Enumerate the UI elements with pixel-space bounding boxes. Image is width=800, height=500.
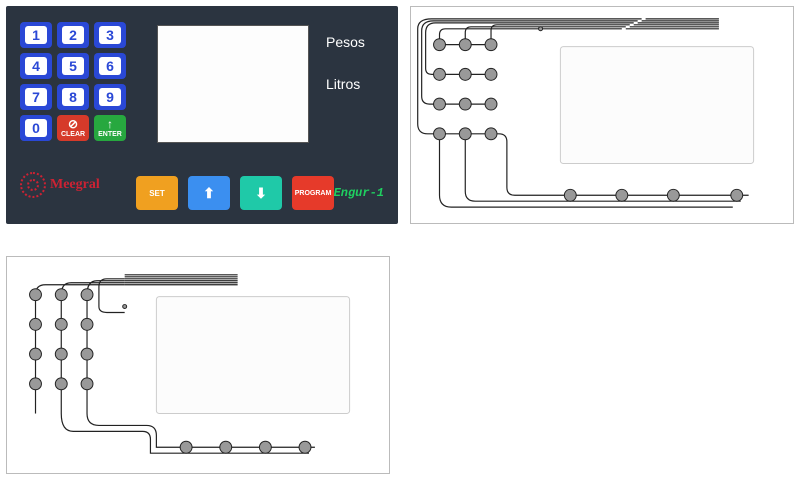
- key-6-label: 6: [99, 57, 121, 75]
- down-button[interactable]: ⬇: [240, 176, 282, 210]
- display-labels: Pesos Litros: [326, 34, 365, 118]
- key-1[interactable]: 1: [20, 22, 52, 48]
- set-button[interactable]: SET: [136, 176, 178, 210]
- key-4-label: 4: [25, 57, 47, 75]
- key-0-label: 0: [25, 119, 47, 137]
- arrow-up-icon: ↑: [107, 118, 113, 130]
- key-0[interactable]: 0: [20, 115, 52, 141]
- no-entry-icon: ⊘: [68, 118, 78, 130]
- brand-text: Engur-1: [334, 186, 384, 200]
- key-clear[interactable]: ⊘ CLEAR: [57, 115, 89, 141]
- arrow-up-icon: ⬆: [203, 185, 215, 202]
- lcd-screen: [152, 20, 314, 148]
- key-8-label: 8: [62, 88, 84, 106]
- label-pesos: Pesos: [326, 34, 365, 50]
- key-clear-label: CLEAR: [61, 131, 85, 138]
- numeric-keypad: 1 2 3 4 5 6 7 8 9 0 ⊘ CLEAR ↑ ENTER: [20, 22, 128, 141]
- arrow-down-icon: ⬇: [255, 185, 267, 202]
- key-5-label: 5: [62, 57, 84, 75]
- program-button-label: PROGRAM: [295, 190, 332, 197]
- key-4[interactable]: 4: [20, 53, 52, 79]
- key-7[interactable]: 7: [20, 84, 52, 110]
- key-9[interactable]: 9: [94, 84, 126, 110]
- key-7-label: 7: [25, 88, 47, 106]
- key-2[interactable]: 2: [57, 22, 89, 48]
- logo: Meegral: [20, 172, 100, 198]
- key-8[interactable]: 8: [57, 84, 89, 110]
- function-row: SET ⬆ ⬇ PROGRAM: [136, 176, 334, 210]
- key-9-label: 9: [99, 88, 121, 106]
- key-enter[interactable]: ↑ ENTER: [94, 115, 126, 141]
- key-3-label: 3: [99, 26, 121, 44]
- up-button[interactable]: ⬆: [188, 176, 230, 210]
- pcb-layer-top: [410, 6, 794, 224]
- key-enter-label: ENTER: [98, 131, 122, 138]
- key-1-label: 1: [25, 26, 47, 44]
- set-button-label: SET: [149, 189, 165, 198]
- logo-icon: [20, 172, 46, 198]
- pcb-layer-bottom: [6, 256, 390, 474]
- label-litros: Litros: [326, 76, 365, 92]
- key-2-label: 2: [62, 26, 84, 44]
- logo-text: Meegral: [50, 177, 100, 193]
- key-6[interactable]: 6: [94, 53, 126, 79]
- key-3[interactable]: 3: [94, 22, 126, 48]
- membrane-panel: 1 2 3 4 5 6 7 8 9 0 ⊘ CLEAR ↑ ENTER Peso…: [6, 6, 398, 224]
- program-button[interactable]: PROGRAM: [292, 176, 334, 210]
- key-5[interactable]: 5: [57, 53, 89, 79]
